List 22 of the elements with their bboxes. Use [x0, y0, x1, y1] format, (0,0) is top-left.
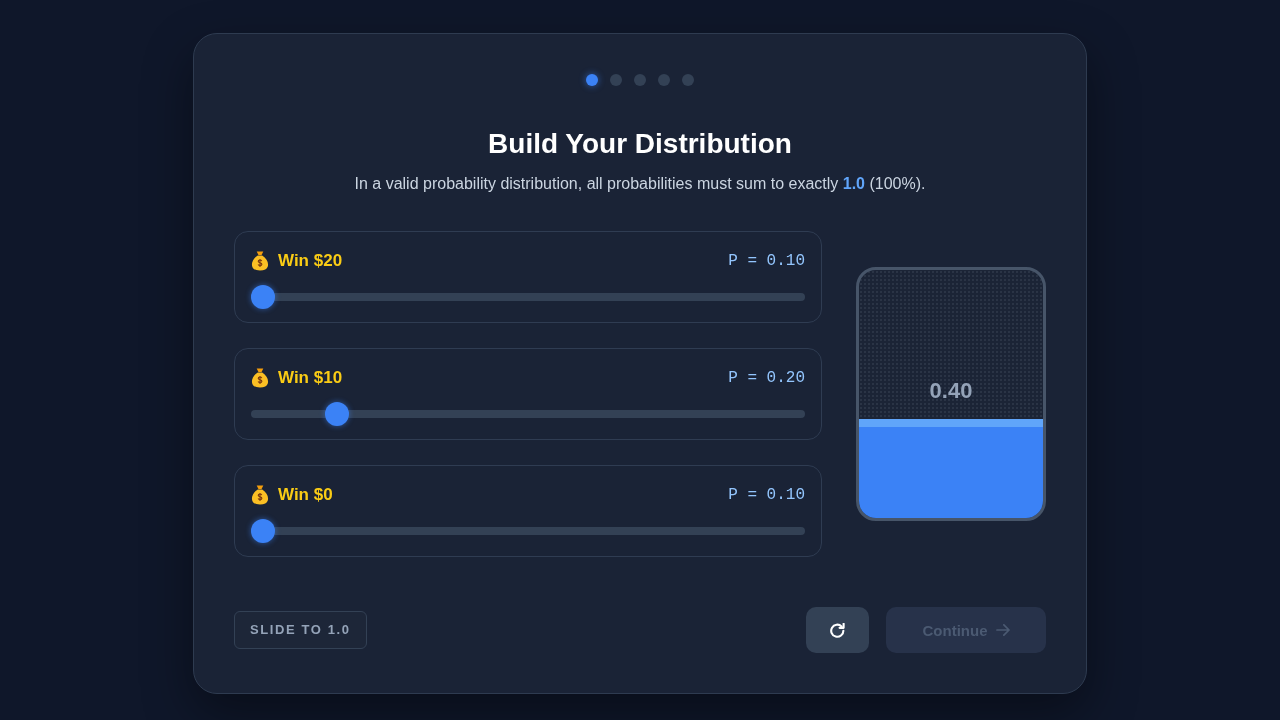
- slider-handle[interactable]: [251, 285, 275, 309]
- slider-track[interactable]: [251, 519, 805, 543]
- hint-badge: SLIDE TO 1.0: [234, 611, 367, 649]
- slider-track[interactable]: [251, 285, 805, 309]
- arrow-right-icon: [995, 624, 1010, 636]
- outcome-label: Win $0: [278, 485, 333, 505]
- outcome-label: Win $20: [278, 251, 343, 271]
- reset-button[interactable]: [806, 607, 869, 653]
- dialog-title: Build Your Distribution: [488, 127, 792, 161]
- probability-value: P = 0.20: [728, 369, 805, 387]
- probability-value: P = 0.10: [728, 252, 805, 270]
- slider-handle[interactable]: [251, 519, 275, 543]
- outcome-label: Win $10: [278, 368, 343, 388]
- slider-handle[interactable]: [325, 402, 350, 426]
- probability-value: P = 0.10: [728, 486, 805, 504]
- slider-track[interactable]: [251, 402, 805, 426]
- money-bag-icon: [251, 368, 269, 388]
- instruction-text: In a valid probability distribution, all probabilities must sum to exactly 1.0 (100%).: [354, 174, 926, 194]
- total-value: 0.40: [929, 378, 973, 404]
- refresh-icon: [830, 622, 845, 638]
- money-bag-icon: [251, 485, 269, 505]
- money-bag-icon: [251, 251, 269, 271]
